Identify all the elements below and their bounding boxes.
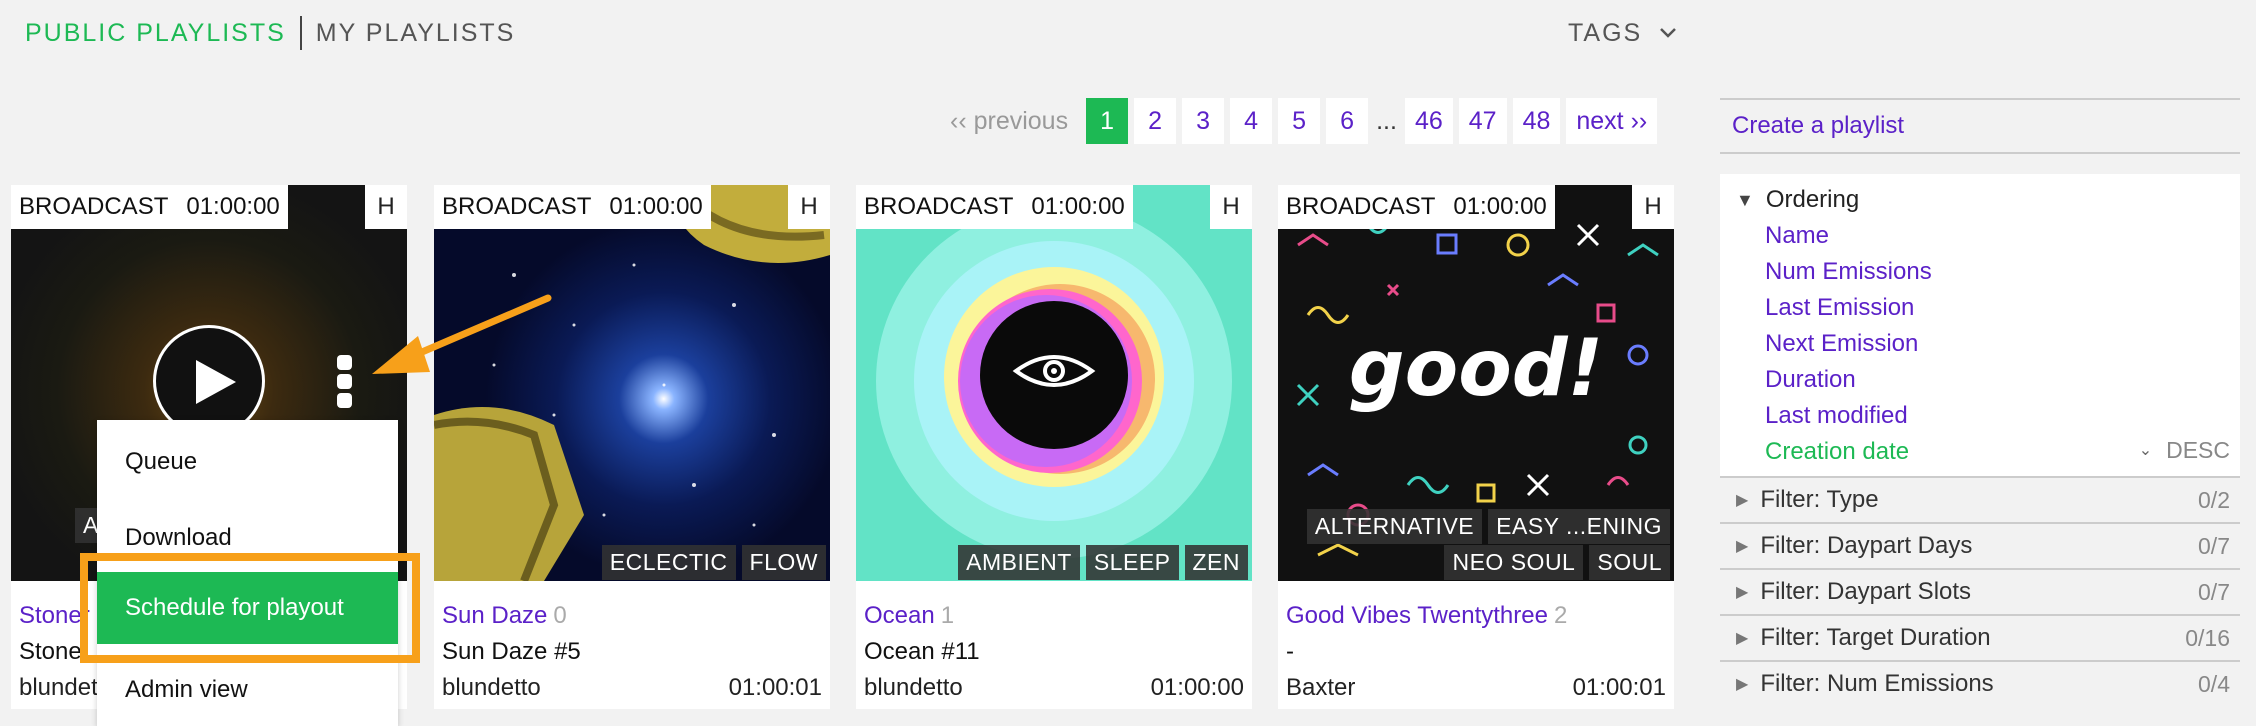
tag-chip[interactable]: SLEEP — [1085, 545, 1179, 580]
order-option-name[interactable]: Name — [1720, 218, 2240, 254]
sidebar: Create a playlist ▼ Ordering Name Num Emi… — [1720, 98, 2240, 706]
triangle-right-icon: ▶ — [1736, 676, 1749, 693]
tags-dropdown[interactable]: TAGS — [1568, 16, 1677, 50]
filter-type[interactable]: ▶ Filter: Type 0/2 — [1720, 476, 2240, 522]
page-47-button[interactable]: 47 — [1458, 98, 1507, 144]
triangle-right-icon: ▶ — [1736, 538, 1749, 555]
filter-daypart-slots[interactable]: ▶ Filter: Daypart Slots 0/7 — [1720, 568, 2240, 614]
pagination: ‹‹ previous 1 2 3 4 5 6 ... 46 47 48 nex… — [950, 98, 1663, 144]
h-badge: H — [1632, 185, 1674, 229]
triangle-down-icon: ▼ — [1736, 189, 1754, 210]
page-2-button[interactable]: 2 — [1134, 98, 1177, 144]
chevron-down-icon: ⌄ — [2138, 442, 2153, 459]
triangle-right-icon: ▶ — [1736, 492, 1749, 509]
filter-target-duration[interactable]: ▶ Filter: Target Duration 0/16 — [1720, 614, 2240, 660]
playlist-card-good-vibes: good! BROADCAST 01:00:00 H ALTERNATIVE EA… — [1278, 185, 1674, 709]
order-option-duration[interactable]: Duration — [1720, 362, 2240, 398]
menu-item-admin-view[interactable]: Admin view — [97, 654, 398, 726]
ordering-panel: ▼ Ordering Name Num Emissions Last Emissi… — [1720, 174, 2240, 476]
order-option-last-modified[interactable]: Last modified — [1720, 398, 2240, 434]
tab-my-playlists[interactable]: MY PLAYLISTS — [316, 19, 516, 48]
tag-chip[interactable]: SOUL — [1589, 545, 1670, 580]
page-6-button[interactable]: 6 — [1326, 98, 1369, 144]
filter-daypart-days[interactable]: ▶ Filter: Daypart Days 0/7 — [1720, 522, 2240, 568]
tag-chip[interactable]: EASY ...ENING — [1488, 509, 1670, 544]
tab-divider — [299, 16, 302, 50]
h-badge: H — [1210, 185, 1252, 229]
playlist-owner[interactable]: blundetto — [442, 674, 541, 702]
page-48-button[interactable]: 48 — [1512, 98, 1561, 144]
previous-page-link[interactable]: ‹‹ previous — [950, 107, 1068, 136]
triangle-right-icon: ▶ — [1736, 584, 1749, 601]
create-playlist-link[interactable]: Create a playlist — [1720, 100, 2240, 152]
sidebar-divider — [1720, 152, 2240, 154]
tag-chip[interactable]: AMBIENT — [958, 545, 1080, 580]
broadcast-label: BROADCAST 01:00:00 — [434, 185, 711, 229]
playlist-subtitle: Sun Daze #5 — [442, 638, 581, 665]
playlist-card-ocean: BROADCAST 01:00:00 H AMBIENT SLEEP ZEN Oc… — [856, 185, 1252, 709]
play-icon — [196, 360, 236, 404]
order-option-last-emission[interactable]: Last Emission — [1720, 290, 2240, 326]
page-5-button[interactable]: 5 — [1278, 98, 1321, 144]
tag-chip[interactable]: ECLECTIC — [601, 545, 736, 580]
order-option-num-emissions[interactable]: Num Emissions — [1720, 254, 2240, 290]
tag-row: NEO SOUL SOUL — [1444, 545, 1670, 580]
tag-chip[interactable]: NEO SOUL — [1444, 545, 1584, 580]
tag-chip[interactable]: ZEN — [1184, 545, 1248, 580]
pagination-ellipsis: ... — [1376, 106, 1397, 135]
sort-direction-toggle[interactable]: ⌄ DESC — [2139, 432, 2230, 468]
tags-label: TAGS — [1568, 18, 1643, 47]
cover-image — [434, 185, 830, 581]
tab-public-playlists[interactable]: PUBLIC PLAYLISTS — [25, 19, 286, 48]
page-46-button[interactable]: 46 — [1404, 98, 1453, 144]
menu-item-queue[interactable]: Queue — [97, 426, 398, 498]
playlist-tabs: PUBLIC PLAYLISTS MY PLAYLISTS — [25, 16, 515, 50]
playlist-card-sun-daze: BROADCAST 01:00:00 H ECLECTIC FLOW Sun Da… — [434, 185, 830, 709]
playlist-subtitle: Stone — [19, 638, 82, 665]
h-badge: H — [365, 185, 407, 229]
playlist-subtitle: Ocean #11 — [864, 638, 980, 665]
playlist-title-link[interactable]: Good Vibes Twentythree 2 — [1286, 602, 1567, 630]
playlist-cover-art[interactable]: BROADCAST 01:00:00 H AMBIENT SLEEP ZEN — [856, 185, 1252, 581]
playlist-cover-art[interactable]: BROADCAST 01:00:00 H ECLECTIC FLOW — [434, 185, 830, 581]
tag-chip[interactable]: ALTERNATIVE — [1306, 509, 1483, 544]
playlist-duration: 01:00:00 — [1150, 674, 1244, 701]
playlist-subtitle: - — [1286, 638, 1294, 665]
playlist-title-link[interactable]: Ocean 1 — [864, 602, 954, 630]
chevron-down-icon — [1660, 28, 1677, 38]
next-page-link[interactable]: next ›› — [1566, 98, 1658, 144]
playlist-title-link[interactable]: Sun Daze 0 — [442, 602, 567, 630]
playlist-owner[interactable]: Baxter — [1286, 674, 1355, 702]
broadcast-label: BROADCAST 01:00:00 — [856, 185, 1133, 229]
tag-row: ECLECTIC FLOW — [601, 545, 826, 580]
cover-image — [856, 185, 1252, 581]
tag-row: ALTERNATIVE EASY ...ENING — [1306, 509, 1670, 544]
page-4-button[interactable]: 4 — [1230, 98, 1273, 144]
broadcast-label: BROADCAST 01:00:00 — [1278, 185, 1555, 229]
playlist-duration: 01:00:01 — [1572, 674, 1666, 701]
playlist-owner[interactable]: blundetto — [864, 674, 963, 702]
h-badge: H — [788, 185, 830, 229]
playlist-cover-art[interactable]: good! BROADCAST 01:00:00 H ALTERNATIVE EA… — [1278, 185, 1674, 581]
triangle-right-icon: ▶ — [1736, 630, 1749, 647]
page-1-button[interactable]: 1 — [1086, 98, 1129, 144]
playlist-duration: 01:00:01 — [728, 674, 822, 701]
cover-art-text: good! — [1349, 324, 1603, 414]
tag-chip[interactable]: FLOW — [741, 545, 826, 580]
filter-num-emissions[interactable]: ▶ Filter: Num Emissions 0/4 — [1720, 660, 2240, 706]
page-3-button[interactable]: 3 — [1182, 98, 1225, 144]
broadcast-label: BROADCAST 01:00:00 — [11, 185, 288, 229]
more-options-icon[interactable] — [337, 355, 355, 411]
tag-row: AMBIENT SLEEP ZEN — [958, 545, 1248, 580]
annotation-highlight-box — [80, 553, 420, 663]
order-option-next-emission[interactable]: Next Emission — [1720, 326, 2240, 362]
ordering-toggle[interactable]: ▼ Ordering — [1720, 182, 2240, 218]
